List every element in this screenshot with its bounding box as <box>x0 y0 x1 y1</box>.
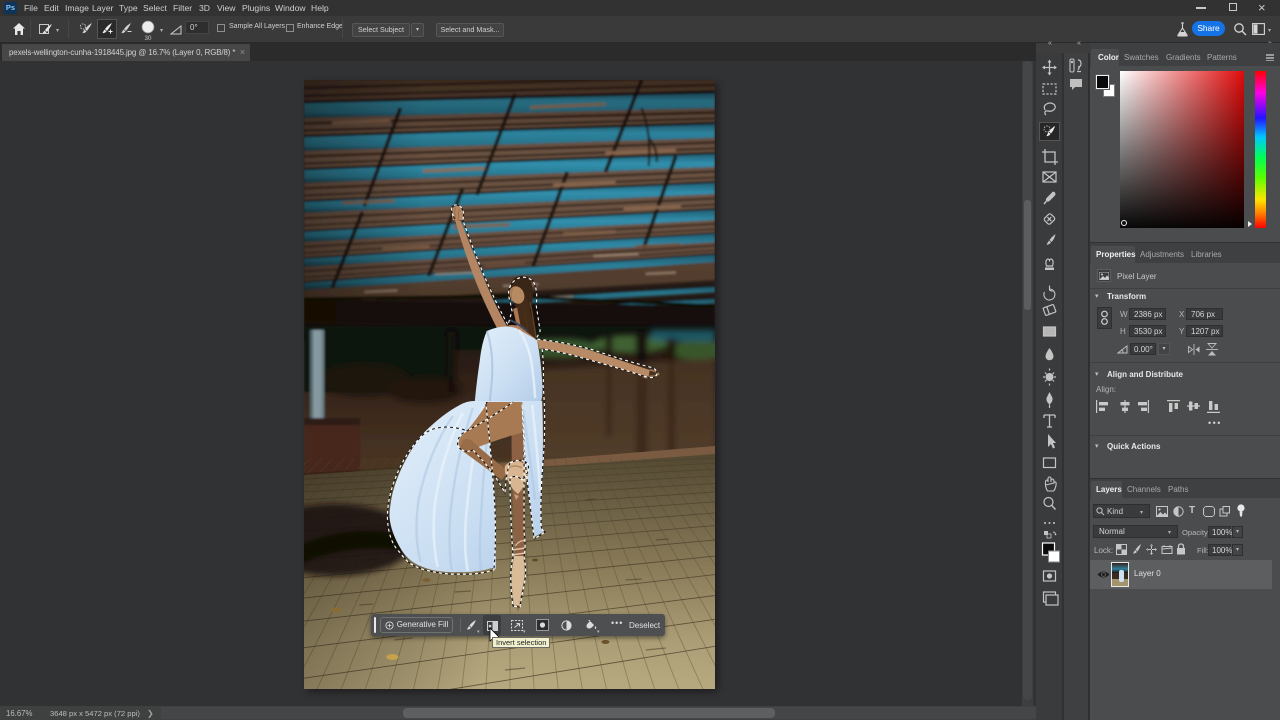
svg-text:30: 30 <box>145 35 152 41</box>
